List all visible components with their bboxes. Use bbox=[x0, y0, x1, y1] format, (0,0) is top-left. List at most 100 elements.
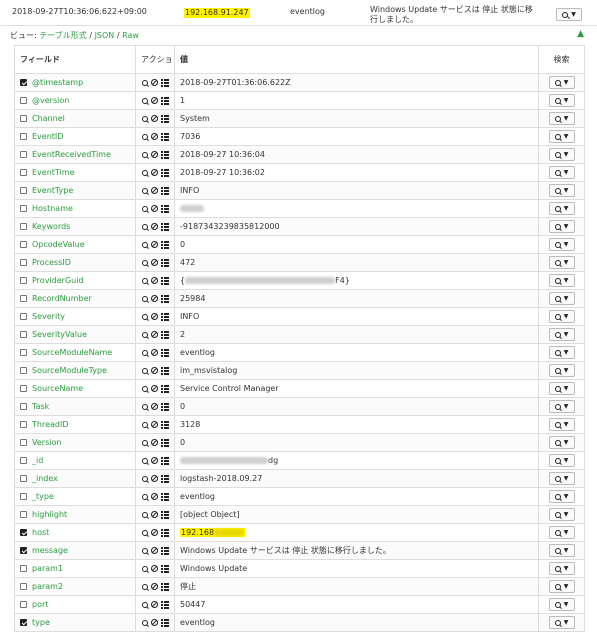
ban-icon[interactable] bbox=[150, 295, 158, 302]
field-checkbox[interactable] bbox=[20, 619, 27, 626]
table-grid-icon[interactable] bbox=[160, 114, 169, 123]
table-grid-icon[interactable] bbox=[160, 186, 169, 195]
table-grid-icon[interactable] bbox=[160, 78, 169, 87]
search-icon[interactable] bbox=[141, 331, 148, 338]
field-name[interactable]: Hostname bbox=[32, 204, 73, 213]
ban-icon[interactable] bbox=[150, 97, 158, 104]
field-search-button[interactable]: ▼ bbox=[548, 310, 575, 323]
search-icon[interactable] bbox=[141, 277, 148, 284]
search-icon[interactable] bbox=[141, 601, 148, 608]
ban-icon[interactable] bbox=[150, 331, 158, 338]
field-checkbox[interactable] bbox=[20, 583, 27, 590]
search-icon[interactable] bbox=[141, 79, 148, 86]
field-name[interactable]: Task bbox=[32, 402, 49, 411]
table-grid-icon[interactable] bbox=[160, 474, 169, 483]
table-grid-icon[interactable] bbox=[160, 618, 169, 627]
field-search-button[interactable]: ▼ bbox=[548, 616, 575, 629]
search-icon[interactable] bbox=[141, 385, 148, 392]
ban-icon[interactable] bbox=[150, 205, 158, 212]
search-icon[interactable] bbox=[141, 169, 148, 176]
ban-icon[interactable] bbox=[150, 511, 158, 518]
field-search-button[interactable]: ▼ bbox=[548, 76, 575, 89]
ban-icon[interactable] bbox=[150, 619, 158, 626]
field-search-button[interactable]: ▼ bbox=[548, 202, 575, 215]
table-grid-icon[interactable] bbox=[160, 492, 169, 501]
chevron-up-icon[interactable]: ▲ bbox=[577, 29, 584, 39]
field-name[interactable]: Version bbox=[32, 438, 61, 447]
field-search-button[interactable]: ▼ bbox=[548, 292, 575, 305]
field-name[interactable]: ThreadID bbox=[32, 420, 69, 429]
field-search-button[interactable]: ▼ bbox=[548, 436, 575, 449]
ban-icon[interactable] bbox=[150, 529, 158, 536]
search-icon[interactable] bbox=[141, 367, 148, 374]
ban-icon[interactable] bbox=[150, 565, 158, 572]
view-table-link[interactable]: テーブル形式 bbox=[39, 31, 87, 40]
table-grid-icon[interactable] bbox=[160, 132, 169, 141]
ban-icon[interactable] bbox=[150, 547, 158, 554]
search-icon[interactable] bbox=[141, 583, 148, 590]
field-checkbox[interactable] bbox=[20, 475, 27, 482]
ban-icon[interactable] bbox=[150, 367, 158, 374]
table-grid-icon[interactable] bbox=[160, 150, 169, 159]
field-checkbox[interactable] bbox=[20, 259, 27, 266]
field-name[interactable]: _type bbox=[32, 492, 54, 501]
ban-icon[interactable] bbox=[150, 151, 158, 158]
field-name[interactable]: _index bbox=[32, 474, 58, 483]
ban-icon[interactable] bbox=[150, 115, 158, 122]
table-grid-icon[interactable] bbox=[160, 546, 169, 555]
search-icon[interactable] bbox=[141, 619, 148, 626]
field-name[interactable]: port bbox=[32, 600, 48, 609]
field-search-button[interactable]: ▼ bbox=[548, 490, 575, 503]
field-search-button[interactable]: ▼ bbox=[548, 454, 575, 467]
field-checkbox[interactable] bbox=[20, 565, 27, 572]
search-icon[interactable] bbox=[141, 511, 148, 518]
field-search-button[interactable]: ▼ bbox=[548, 508, 575, 521]
field-name[interactable]: SourceModuleType bbox=[32, 366, 107, 375]
ban-icon[interactable] bbox=[150, 403, 158, 410]
field-checkbox[interactable] bbox=[20, 457, 27, 464]
field-checkbox[interactable] bbox=[20, 547, 27, 554]
field-search-button[interactable]: ▼ bbox=[548, 220, 575, 233]
ban-icon[interactable] bbox=[150, 187, 158, 194]
field-search-button[interactable]: ▼ bbox=[548, 580, 575, 593]
field-checkbox[interactable] bbox=[20, 169, 27, 176]
field-name[interactable]: type bbox=[32, 618, 50, 627]
table-grid-icon[interactable] bbox=[160, 348, 169, 357]
field-search-button[interactable]: ▼ bbox=[548, 526, 575, 539]
ban-icon[interactable] bbox=[150, 457, 158, 464]
field-checkbox[interactable] bbox=[20, 601, 27, 608]
view-raw-link[interactable]: Raw bbox=[122, 31, 139, 40]
field-checkbox[interactable] bbox=[20, 367, 27, 374]
search-icon[interactable] bbox=[141, 205, 148, 212]
search-icon[interactable] bbox=[141, 547, 148, 554]
search-icon[interactable] bbox=[141, 187, 148, 194]
field-name[interactable]: EventID bbox=[32, 132, 63, 141]
search-icon[interactable] bbox=[141, 133, 148, 140]
table-grid-icon[interactable] bbox=[160, 330, 169, 339]
field-name[interactable]: _id bbox=[32, 456, 43, 465]
field-name[interactable]: OpcodeValue bbox=[32, 240, 85, 249]
field-checkbox[interactable] bbox=[20, 151, 27, 158]
field-search-button[interactable]: ▼ bbox=[548, 238, 575, 251]
table-grid-icon[interactable] bbox=[160, 258, 169, 267]
search-icon[interactable] bbox=[141, 457, 148, 464]
field-name[interactable]: ProviderGuid bbox=[32, 276, 84, 285]
ban-icon[interactable] bbox=[150, 169, 158, 176]
field-name[interactable]: param1 bbox=[32, 564, 63, 573]
search-icon[interactable] bbox=[141, 115, 148, 122]
table-grid-icon[interactable] bbox=[160, 312, 169, 321]
field-name[interactable]: Keywords bbox=[32, 222, 70, 231]
table-grid-icon[interactable] bbox=[160, 96, 169, 105]
field-search-button[interactable]: ▼ bbox=[548, 166, 575, 179]
field-checkbox[interactable] bbox=[20, 529, 27, 536]
field-checkbox[interactable] bbox=[20, 205, 27, 212]
field-checkbox[interactable] bbox=[20, 241, 27, 248]
table-grid-icon[interactable] bbox=[160, 204, 169, 213]
search-icon[interactable] bbox=[141, 151, 148, 158]
field-checkbox[interactable] bbox=[20, 421, 27, 428]
ban-icon[interactable] bbox=[150, 439, 158, 446]
ban-icon[interactable] bbox=[150, 259, 158, 266]
field-checkbox[interactable] bbox=[20, 223, 27, 230]
table-grid-icon[interactable] bbox=[160, 294, 169, 303]
search-icon[interactable] bbox=[141, 97, 148, 104]
